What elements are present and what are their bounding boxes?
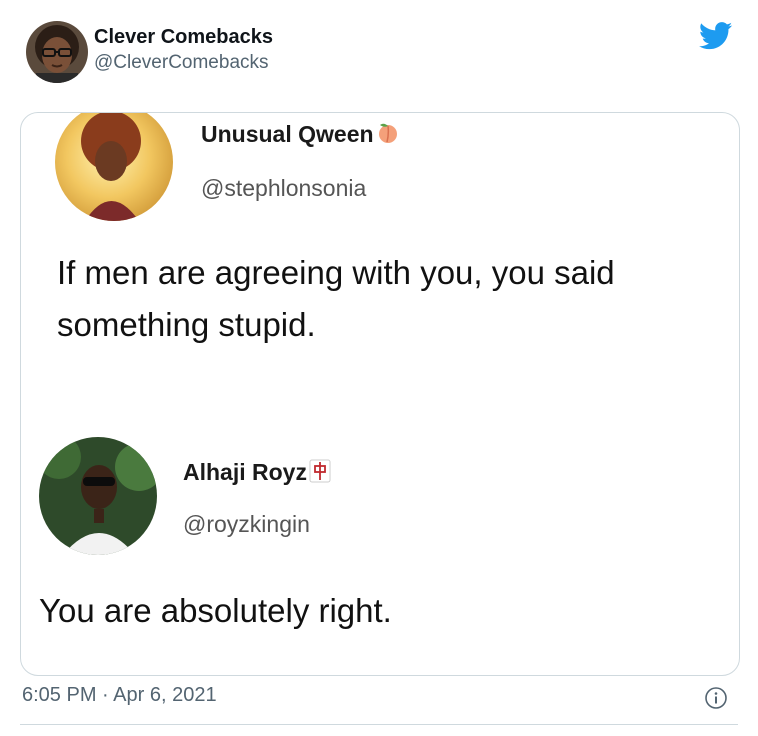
embedded-handle-royzkingin: @royzkingin (183, 511, 310, 537)
embedded-handle-stephlonsonia: @stephlonsonia (201, 175, 367, 201)
embedded-tweet-text-1: If men are agreeing with you, you said s… (57, 247, 615, 351)
tweet-text-line: If men are agreeing with you, you said (57, 254, 615, 291)
mahjong-red-dragon-emoji (309, 459, 331, 489)
tweet-timestamp[interactable]: 6:05 PM · Apr 6, 2021 (22, 684, 217, 707)
embedded-screenshot: Unusual Qween @stephlonsonia If men are … (20, 112, 740, 676)
info-icon[interactable] (704, 686, 728, 710)
author-avatar[interactable] (26, 21, 88, 83)
divider (20, 724, 738, 725)
tweet-card: Clever Comebacks @CleverComebacks Unusua… (0, 0, 758, 736)
embedded-tweet-text-2: You are absolutely right. (39, 592, 392, 629)
embedded-name-unusual-qween: Unusual Qween (201, 121, 400, 151)
embedded-avatar-alhaji-royz (39, 437, 157, 555)
author-handle[interactable]: @CleverComebacks (94, 52, 269, 74)
tweet-text-line: something stupid. (57, 306, 316, 343)
embedded-name-alhaji-royz: Alhaji Royz (183, 459, 331, 489)
twitter-bird-icon[interactable] (698, 22, 733, 50)
author-name[interactable]: Clever Comebacks (94, 26, 273, 49)
embedded-avatar-unusual-qween (55, 113, 173, 221)
peach-emoji (376, 121, 400, 151)
